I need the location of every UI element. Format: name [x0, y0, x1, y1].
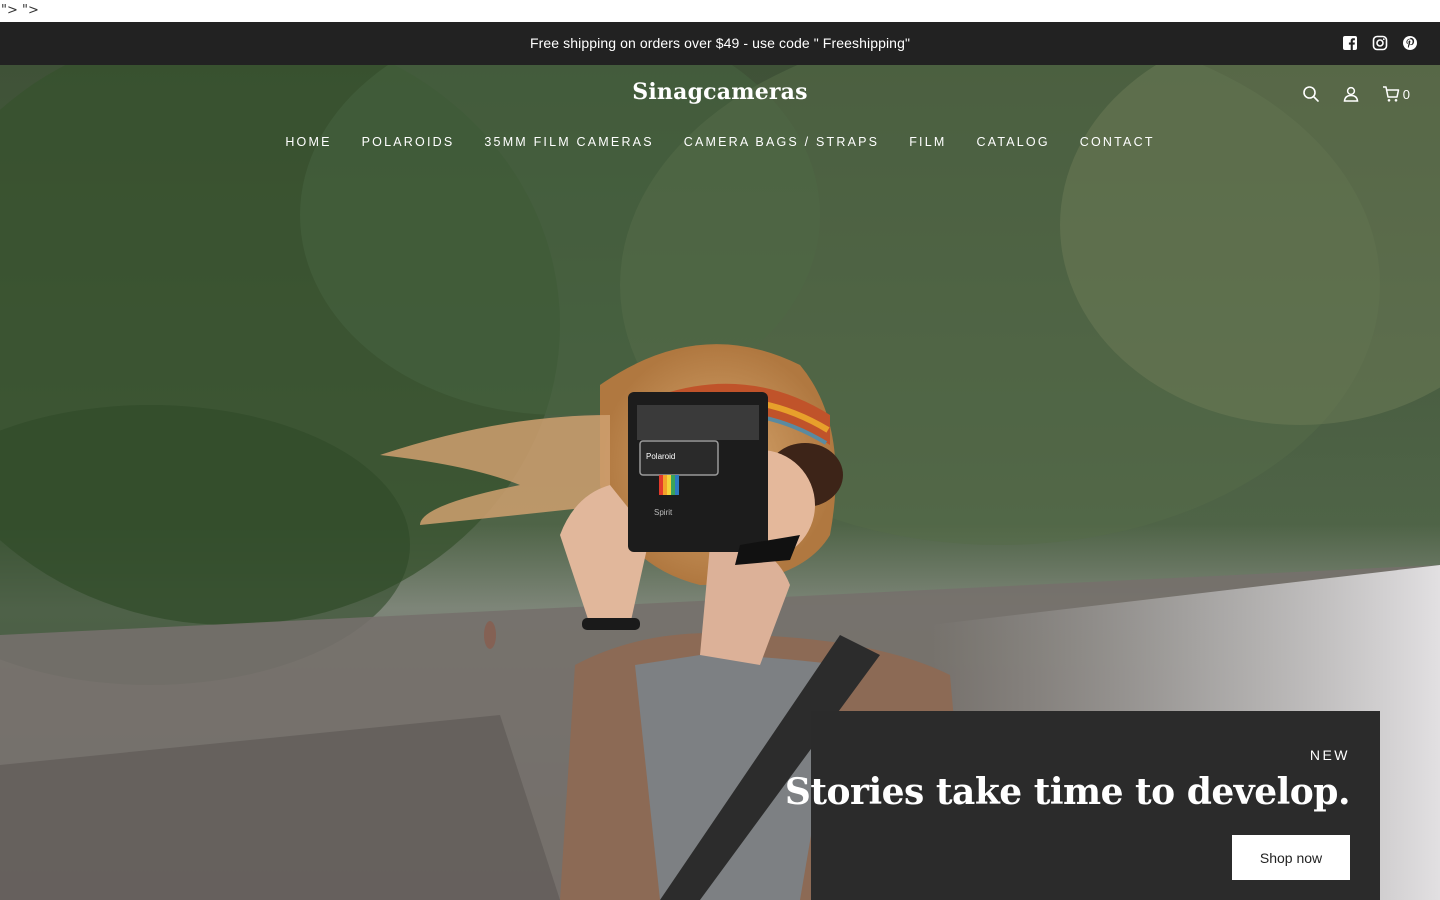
announcement-text: Free shipping on orders over $49 - use c… — [529, 35, 911, 51]
stray-markup-text: "> "> — [0, 0, 1440, 22]
shop-now-button[interactable]: Shop now — [1232, 835, 1350, 880]
cart-button[interactable]: 0 — [1382, 85, 1410, 103]
site-logo[interactable]: Sinagcameras — [0, 79, 1440, 105]
camera-model-text: Spirit — [654, 508, 673, 517]
main-nav: HOME POLAROIDS 35MM FILM CAMERAS CAMERA … — [0, 135, 1440, 149]
nav-item-camera-bags-straps[interactable]: CAMERA BAGS / STRAPS — [684, 135, 879, 149]
facebook-icon[interactable] — [1342, 35, 1358, 51]
search-icon[interactable] — [1302, 85, 1320, 103]
promo-heading: Stories take time to develop. — [784, 771, 1351, 813]
header-actions: 0 — [1302, 85, 1410, 103]
pinterest-icon[interactable] — [1402, 35, 1418, 51]
nav-item-contact[interactable]: CONTACT — [1080, 135, 1155, 149]
nav-item-35mm-film-cameras[interactable]: 35MM FILM CAMERAS — [484, 135, 653, 149]
nav-item-catalog[interactable]: CATALOG — [976, 135, 1049, 149]
cart-count: 0 — [1402, 86, 1410, 102]
account-icon[interactable] — [1342, 85, 1360, 103]
nav-item-film[interactable]: FILM — [909, 135, 946, 149]
instagram-icon[interactable] — [1372, 35, 1388, 51]
social-links — [1342, 35, 1418, 51]
announcement-bar: Free shipping on orders over $49 - use c… — [0, 22, 1440, 65]
nav-item-polaroids[interactable]: POLAROIDS — [362, 135, 455, 149]
promo-card: NEW Stories take time to develop. Shop n… — [785, 711, 1380, 900]
camera-brand-text: Polaroid — [646, 452, 675, 461]
nav-item-home[interactable]: HOME — [285, 135, 331, 149]
promo-eyebrow: NEW — [1309, 747, 1350, 763]
cart-icon — [1382, 86, 1400, 102]
hero-banner: Polaroid Spirit Sinagcameras 0 HOME POLA… — [0, 65, 1440, 900]
